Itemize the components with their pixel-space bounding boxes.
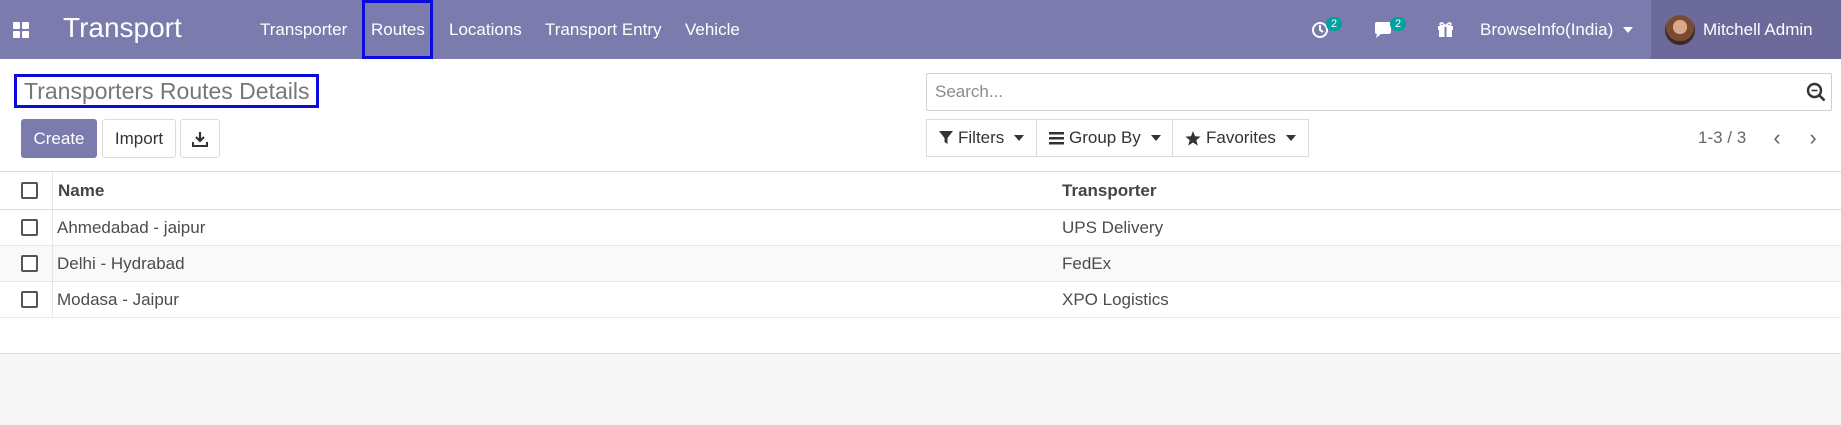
- groupby-label: Group By: [1069, 128, 1141, 147]
- route-name: Delhi - Hydrabad: [57, 254, 185, 273]
- route-name: Modasa - Jaipur: [57, 290, 179, 309]
- route-transporter: XPO Logistics: [1062, 290, 1169, 309]
- star-icon: [1185, 130, 1201, 146]
- chevron-down-icon: [1623, 26, 1634, 33]
- filters-label: Filters: [958, 128, 1005, 147]
- route-transporter: FedEx: [1062, 254, 1112, 273]
- table-row[interactable]: Delhi - Hydrabad FedEx: [0, 246, 1841, 282]
- top-navbar: Transport Transporter Routes Locations T…: [0, 0, 1841, 59]
- messages-button[interactable]: 2: [1373, 0, 1409, 59]
- create-button[interactable]: Create: [21, 119, 97, 158]
- search-input[interactable]: [927, 74, 1787, 110]
- select-all-checkbox[interactable]: [21, 182, 38, 199]
- column-divider: [52, 210, 53, 245]
- chevron-down-icon: [1150, 135, 1161, 141]
- row-checkbox[interactable]: [21, 291, 38, 308]
- favorites-label: Favorites: [1206, 128, 1276, 147]
- list-icon: [1049, 131, 1064, 144]
- company-name: BrowseInfo(India): [1480, 19, 1614, 39]
- control-panel: Transporters Routes Details Create Impor…: [0, 59, 1841, 172]
- download-icon: [192, 131, 208, 147]
- search-bar: [926, 73, 1832, 111]
- route-name: Ahmedabad - jaipur: [57, 218, 206, 237]
- menu-transport-entry[interactable]: Transport Entry: [537, 0, 670, 59]
- filters-button[interactable]: Filters: [926, 119, 1038, 157]
- favorites-button[interactable]: Favorites: [1172, 119, 1309, 157]
- activity-count-badge: 2: [1326, 16, 1343, 31]
- user-name: Mitchell Admin: [1703, 19, 1813, 39]
- column-divider: [52, 246, 53, 281]
- column-divider: [52, 172, 53, 209]
- menu-locations[interactable]: Locations: [441, 0, 530, 59]
- groupby-button[interactable]: Group By: [1036, 119, 1174, 157]
- filter-icon: [939, 131, 953, 144]
- table-footer: [0, 318, 1841, 354]
- gift-icon: [1438, 22, 1453, 37]
- table-header: Name Transporter: [0, 172, 1841, 210]
- route-transporter: UPS Delivery: [1062, 218, 1164, 237]
- avatar: [1665, 14, 1695, 45]
- routes-list: Name Transporter Ahmedabad - jaipur UPS …: [0, 172, 1841, 354]
- chevron-down-icon: [1014, 135, 1025, 141]
- page-title: Transporters Routes Details: [14, 74, 320, 108]
- message-count-badge: 2: [1390, 16, 1407, 31]
- menu-routes[interactable]: Routes: [362, 0, 433, 59]
- pager-next-icon[interactable]: ›: [1802, 126, 1824, 150]
- column-header-name[interactable]: Name: [58, 172, 104, 210]
- app-title: Transport: [63, 12, 182, 43]
- row-checkbox[interactable]: [21, 255, 38, 272]
- export-button[interactable]: [180, 119, 220, 158]
- pager-value[interactable]: 1-3 / 3: [1698, 128, 1746, 148]
- column-header-transporter[interactable]: Transporter: [1062, 172, 1156, 210]
- table-row[interactable]: Ahmedabad - jaipur UPS Delivery: [0, 210, 1841, 246]
- import-button[interactable]: Import: [102, 119, 176, 158]
- user-menu[interactable]: Mitchell Admin: [1651, 0, 1841, 59]
- search-icon[interactable]: [1806, 82, 1826, 102]
- row-checkbox[interactable]: [21, 219, 38, 236]
- activity-button[interactable]: 2: [1311, 0, 1345, 59]
- chevron-down-icon: [1285, 135, 1296, 141]
- table-row[interactable]: Modasa - Jaipur XPO Logistics: [0, 282, 1841, 318]
- menu-transporter[interactable]: Transporter: [252, 0, 355, 59]
- column-divider: [52, 282, 53, 317]
- company-switcher[interactable]: BrowseInfo(India): [1480, 0, 1634, 59]
- pager-previous-icon[interactable]: ‹: [1766, 126, 1788, 150]
- gift-button[interactable]: [1437, 0, 1454, 59]
- menu-vehicle[interactable]: Vehicle: [677, 0, 748, 59]
- apps-menu-icon[interactable]: [13, 22, 29, 38]
